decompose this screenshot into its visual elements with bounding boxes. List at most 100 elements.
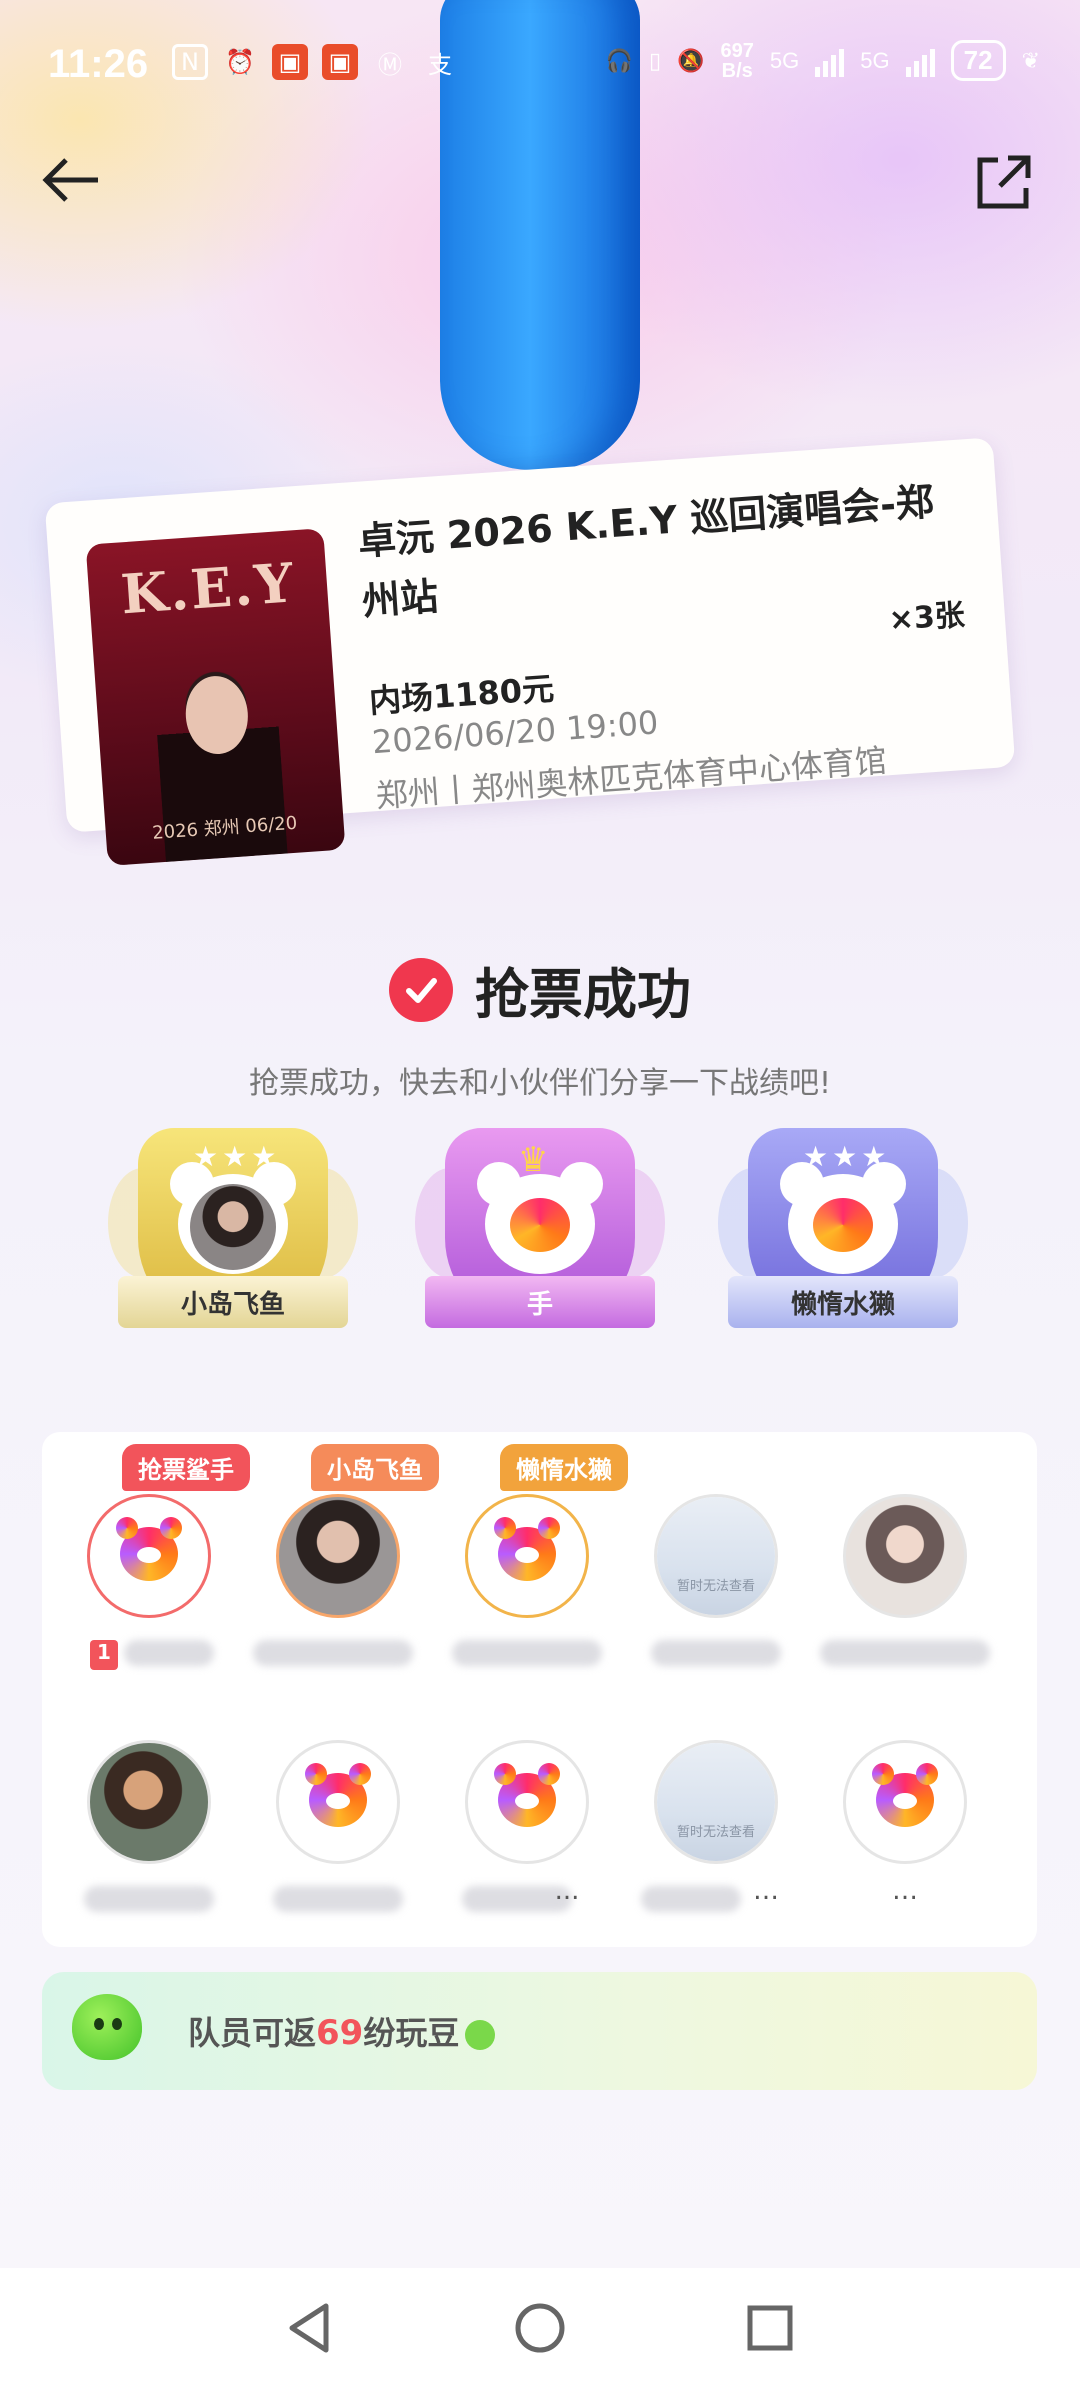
share-button[interactable] (972, 150, 1036, 214)
member-1[interactable]: 抢票鲨手 1 (64, 1444, 250, 1670)
status-right: 🎧 ▯ 🔕 697 B/s 5G 5G 72 ❦ (606, 40, 1040, 81)
badge-violet[interactable]: ★★★ 懒惰水獭 (718, 1128, 968, 1358)
headphones-icon: 🎧 (605, 47, 634, 73)
share-icon (977, 155, 1031, 209)
member-name-redacted (253, 1640, 413, 1666)
member-name-redacted (273, 1886, 403, 1912)
member-tag: 懒惰水獭 (500, 1444, 628, 1491)
reward-suffix: 纷玩豆 (363, 2014, 460, 2052)
avatar: 暂时无法查看 (654, 1740, 778, 1864)
member-name-redacted (452, 1640, 602, 1666)
reward-text: 队员可返69纷玩豆 (188, 2008, 496, 2054)
member-name-redacted (124, 1640, 214, 1666)
alipay-icon: 支 (428, 50, 452, 79)
mascot-icon (72, 1994, 142, 2060)
image-unavailable-text: 暂时无法查看 (676, 1579, 755, 1594)
avatar (465, 1740, 589, 1864)
status-bar: 11:26 N ⏰ ▣ ▣ Ⓜ 支 🎧 ▯ 🔕 697 B/s 5G 5G 72… (0, 0, 1080, 140)
reward-banner[interactable]: 队员可返69纷玩豆 (42, 1972, 1037, 2090)
signal-2-label: 5G (860, 47, 890, 73)
red-packet-icon: ▣ (272, 44, 308, 80)
image-unavailable-icon (657, 1743, 775, 1861)
nav-home-button[interactable] (510, 2298, 570, 2358)
ticket-title: 卓沅 2026 K.E.Y 巡回演唱会-郑州站 (356, 479, 936, 624)
member-6[interactable] (64, 1690, 234, 1912)
triangle-back-icon (289, 2303, 329, 2353)
ticket-card[interactable]: K.E.Y 2026 郑州 06/20 卓沅 2026 K.E.Y 巡回演唱会-… (44, 437, 1016, 866)
member-5[interactable] (820, 1444, 990, 1666)
member-name-redacted (84, 1886, 214, 1912)
app-logo-detail (515, 1793, 539, 1809)
app-logo-icon (510, 1198, 570, 1252)
member-3[interactable]: 懒惰水獭 (442, 1444, 628, 1666)
app-logo-detail (137, 1547, 161, 1563)
image-unavailable-text: 暂时无法查看 (676, 1825, 755, 1840)
smile-icon (465, 2020, 496, 2050)
net-speed-unit: B/s (721, 59, 753, 82)
back-arrow-icon (42, 158, 98, 202)
reward-number: 69 (316, 2013, 364, 2053)
app-logo-detail (893, 1793, 917, 1809)
member-name-redacted (820, 1640, 990, 1666)
signal-2-icon (905, 45, 935, 77)
member-name: … (892, 1876, 918, 1906)
member-7[interactable] (253, 1690, 423, 1912)
avatar (843, 1494, 967, 1618)
signal-1-icon (815, 45, 845, 77)
avatar (87, 1494, 211, 1618)
badge-purple[interactable]: ♛ 手 (415, 1128, 665, 1358)
avatar (276, 1740, 400, 1864)
success-header: 抢票成功 (0, 950, 1080, 1029)
app-logo-detail (515, 1547, 539, 1563)
member-8[interactable]: ... (442, 1690, 612, 1912)
nav-recents-button[interactable] (740, 2298, 800, 2358)
leaf-icon: ❦ (1021, 47, 1040, 73)
red-packet-icon-2: ▣ (322, 44, 358, 80)
member-4[interactable]: 暂时无法查看 (631, 1444, 801, 1666)
alarm-icon: ⏰ (225, 48, 255, 76)
member-2[interactable]: 小岛飞鱼 (253, 1444, 439, 1666)
avatar: 暂时无法查看 (654, 1494, 778, 1618)
member-tag: 抢票鲨手 (122, 1444, 250, 1491)
battery-indicator: 72 (950, 40, 1006, 81)
team-members-card: 抢票鲨手 1 小岛飞鱼 懒惰水獭 暂时无法查看 ... 暂时无法查看 … … (42, 1432, 1037, 1947)
app-logo-detail (326, 1793, 350, 1809)
square-recents-icon (747, 2305, 793, 2351)
badge-label: 小岛飞鱼 (118, 1276, 348, 1328)
system-navigation-bar (0, 2268, 1080, 2386)
badge-label: 懒惰水獭 (728, 1276, 958, 1328)
member-tag: 小岛飞鱼 (311, 1444, 439, 1491)
battery-saver-icon: ▯ (649, 47, 662, 73)
signal-1-label: 5G (769, 47, 800, 73)
back-button[interactable] (38, 150, 108, 210)
metro-icon: Ⓜ (378, 50, 402, 79)
poster-title: K.E.Y (118, 550, 298, 627)
nfc-icon: N (172, 44, 208, 80)
net-speed-value: 697 (720, 39, 754, 62)
avatar (87, 1740, 211, 1864)
app-logo-icon (813, 1198, 873, 1252)
network-speed: 697 B/s (721, 41, 754, 81)
rank-badge: 1 (90, 1640, 118, 1670)
status-time: 11:26 (48, 42, 149, 86)
ticket-quantity: ×3张 (887, 597, 966, 638)
avatar (843, 1740, 967, 1864)
success-title: 抢票成功 (475, 963, 691, 1026)
badge-label: 手 (425, 1276, 655, 1328)
notification-icons: N ⏰ ▣ ▣ Ⓜ 支 (172, 44, 458, 80)
reward-prefix: 队员可返 (188, 2014, 317, 2052)
success-subtitle: 抢票成功，快去和小伙伴们分享一下战绩吧! (248, 1066, 832, 1101)
image-unavailable-icon (657, 1497, 775, 1615)
badge-gold[interactable]: ★★★ 小岛飞鱼 (108, 1128, 358, 1358)
member-9[interactable]: 暂时无法查看 … (631, 1690, 801, 1912)
member-10[interactable]: … (820, 1690, 990, 1906)
circle-home-icon (515, 2303, 565, 2353)
member-name: ... (554, 1876, 580, 1906)
nav-back-button[interactable] (280, 2298, 340, 2358)
concert-poster: K.E.Y 2026 郑州 06/20 (85, 528, 346, 866)
poster-city: 郑州 (203, 816, 241, 841)
avatar (276, 1494, 400, 1618)
avatar (465, 1494, 589, 1618)
member-name-redacted (651, 1640, 781, 1666)
check-circle-icon (389, 957, 453, 1022)
